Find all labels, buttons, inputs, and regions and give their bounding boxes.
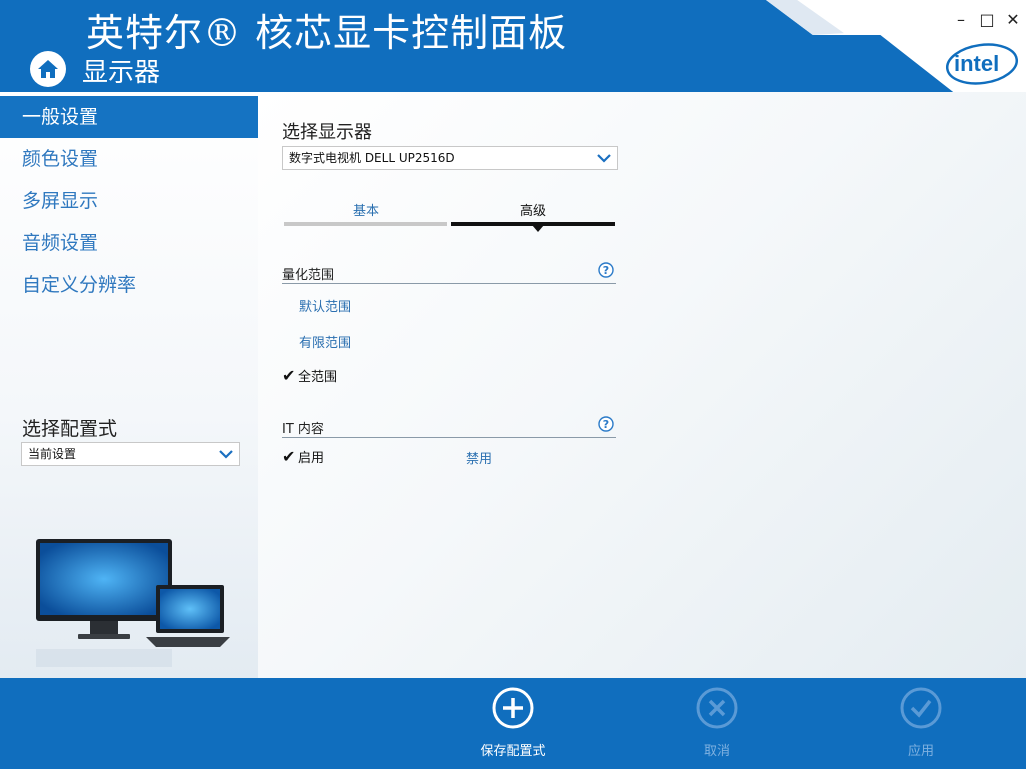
title-bar: 英特尔® 核芯显卡控制面板 显示器 – □ ✕ intel bbox=[0, 0, 1026, 92]
help-icon[interactable]: ? bbox=[598, 416, 614, 432]
it-content-header: IT 内容 ? bbox=[282, 416, 616, 438]
profile-label: 选择配置式 bbox=[22, 418, 118, 440]
cancel-button[interactable]: 取消 bbox=[662, 686, 772, 759]
select-display-label: 选择显示器 bbox=[282, 122, 372, 143]
close-button[interactable]: ✕ bbox=[1004, 10, 1022, 29]
checkmark-circle-icon bbox=[900, 687, 942, 729]
intel-logo: intel bbox=[945, 43, 1019, 85]
action-bar: 保存配置式 取消 应用 bbox=[0, 678, 1026, 769]
sidebar-item-general[interactable]: 一般设置 bbox=[0, 96, 258, 138]
sidebar-item-multi-display[interactable]: 多屏显示 bbox=[0, 180, 258, 222]
minimize-button[interactable]: – bbox=[952, 10, 970, 29]
intel-logo-text: intel bbox=[954, 51, 999, 76]
chevron-down-icon bbox=[219, 450, 233, 459]
svg-text:?: ? bbox=[603, 264, 609, 277]
home-icon bbox=[38, 60, 58, 78]
apply-label: 应用 bbox=[907, 744, 934, 759]
app-title: 英特尔® 核芯显卡控制面板 bbox=[86, 11, 568, 55]
save-profile-button[interactable]: 保存配置式 bbox=[458, 686, 568, 759]
checkmark-icon: ✔ bbox=[282, 366, 296, 385]
quantization-title: 量化范围 bbox=[282, 268, 335, 283]
profile-select-value: 当前设置 bbox=[28, 447, 77, 461]
window-controls: – □ ✕ bbox=[952, 10, 1022, 29]
help-icon[interactable]: ? bbox=[598, 262, 614, 278]
maximize-button[interactable]: □ bbox=[978, 10, 996, 29]
plus-icon bbox=[492, 687, 534, 729]
chevron-down-icon bbox=[597, 154, 611, 163]
sidebar-item-audio[interactable]: 音频设置 bbox=[0, 222, 258, 264]
quantization-header: 量化范围 ? bbox=[282, 262, 616, 284]
tab-basic[interactable]: 基本 bbox=[284, 200, 448, 219]
option-enable[interactable]: ✔ 启用 bbox=[282, 447, 324, 466]
option-full-range[interactable]: ✔ 全范围 bbox=[282, 366, 337, 385]
tab-advanced[interactable]: 高级 bbox=[451, 200, 615, 219]
home-button[interactable] bbox=[30, 51, 66, 87]
display-illustration bbox=[36, 539, 230, 667]
tab-basic-indicator bbox=[284, 222, 447, 226]
save-profile-label: 保存配置式 bbox=[480, 744, 546, 759]
main-panel: 选择显示器 数字式电视机 DELL UP2516D 基本 高级 量化范围 ? 默… bbox=[258, 92, 1026, 678]
cancel-label: 取消 bbox=[703, 744, 730, 759]
it-content-title: IT 内容 bbox=[282, 422, 324, 437]
section-title: 显示器 bbox=[82, 58, 161, 88]
option-enable-label: 启用 bbox=[298, 451, 325, 466]
display-select[interactable]: 数字式电视机 DELL UP2516D bbox=[282, 146, 618, 170]
display-select-value: 数字式电视机 DELL UP2516D bbox=[289, 151, 455, 165]
option-limited-range[interactable]: 有限范围 bbox=[299, 332, 351, 351]
option-full-range-label: 全范围 bbox=[298, 370, 338, 385]
profile-select[interactable]: 当前设置 bbox=[21, 442, 240, 466]
sidebar: 一般设置 颜色设置 多屏显示 音频设置 自定义分辨率 选择配置式 当前设置 bbox=[0, 92, 258, 678]
close-icon bbox=[696, 687, 738, 729]
svg-text:?: ? bbox=[603, 418, 609, 431]
active-tab-pointer-icon bbox=[532, 225, 544, 232]
sidebar-item-custom-resolution[interactable]: 自定义分辨率 bbox=[0, 264, 258, 306]
apply-button[interactable]: 应用 bbox=[866, 686, 976, 759]
option-disable[interactable]: 禁用 bbox=[466, 448, 492, 467]
sidebar-item-color[interactable]: 颜色设置 bbox=[0, 138, 258, 180]
option-default-range[interactable]: 默认范围 bbox=[299, 296, 351, 315]
checkmark-icon: ✔ bbox=[282, 447, 296, 466]
